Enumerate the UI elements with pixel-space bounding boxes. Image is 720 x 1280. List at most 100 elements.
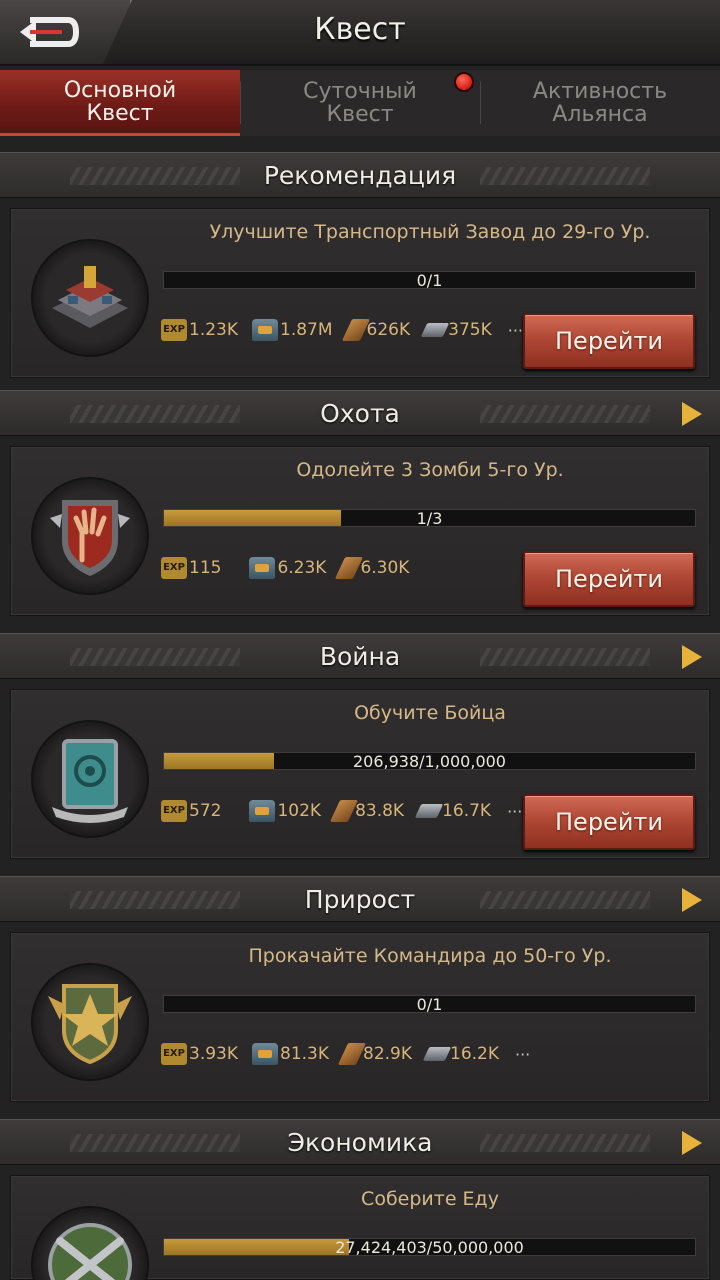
rewards: EXP 3.93K 81.3K 82.9K 16.2K ··· xyxy=(161,1043,530,1065)
reward-value: 82.9K xyxy=(363,1044,412,1064)
quest-title: Прокачайте Командира до 50-го Ур. xyxy=(248,945,612,967)
section-title: Прирост xyxy=(304,885,416,914)
reward-exp: EXP 115 xyxy=(161,557,221,579)
go-button[interactable]: Перейти xyxy=(523,313,695,369)
progress-text: 0/1 xyxy=(416,271,443,290)
reward-steel: 375K xyxy=(420,320,492,340)
progress-text: 0/1 xyxy=(416,995,443,1014)
rewards: EXP 115 6.23K 6.30K xyxy=(161,557,423,579)
wood-icon xyxy=(335,557,364,579)
quest-card-hunt: Одолейте 3 Зомби 5-го Ур. 1/3 EXP 115 6.2… xyxy=(10,446,710,616)
reward-steel: 16.2K xyxy=(422,1044,499,1064)
exp-icon: EXP xyxy=(161,1043,187,1065)
expand-arrow-icon[interactable] xyxy=(682,1131,702,1155)
reward-value: 16.2K xyxy=(450,1044,499,1064)
reward-value: 83.8K xyxy=(355,801,405,821)
food-can-icon xyxy=(252,1043,278,1065)
reward-value: 81.3K xyxy=(280,1044,329,1064)
target-shield-icon xyxy=(52,739,128,823)
progress-bar: 27,424,403/50,000,000 xyxy=(163,1238,696,1257)
reward-exp: EXP 572 xyxy=(161,800,221,822)
more-rewards[interactable]: ··· xyxy=(507,802,522,821)
progress-bar: 1/3 xyxy=(163,509,696,528)
wood-icon xyxy=(341,319,370,341)
reward-exp: EXP 3.93K xyxy=(161,1043,238,1065)
reward-value: 16.7K xyxy=(442,801,492,821)
zombie-hand-shield-icon xyxy=(50,500,130,576)
more-rewards[interactable]: ··· xyxy=(515,1045,530,1064)
section-title: Охота xyxy=(320,399,400,428)
top-bar: Квест xyxy=(0,0,720,66)
page-title: Квест xyxy=(314,12,406,47)
tab-main-quest[interactable]: Основной Квест xyxy=(0,70,240,136)
reward-food: 1.87M xyxy=(252,319,333,341)
quest-card-growth: Прокачайте Командира до 50-го Ур. 0/1 EX… xyxy=(10,932,710,1102)
reward-exp: EXP 1.23K xyxy=(161,319,238,341)
reward-value: 375K xyxy=(448,320,492,340)
quest-title: Соберите Еду xyxy=(361,1188,499,1210)
tab-daily-quest[interactable]: Суточный Квест xyxy=(240,70,480,136)
reward-wood: 626K xyxy=(341,319,411,341)
section-header-recommendation: Рекомендация xyxy=(0,152,720,198)
exp-icon: EXP xyxy=(161,800,187,822)
reward-value: 626K xyxy=(366,320,411,340)
exp-icon: EXP xyxy=(161,319,187,341)
tab-alliance-activity[interactable]: Активность Альянса xyxy=(480,70,720,136)
expand-arrow-icon[interactable] xyxy=(682,645,702,669)
progress-text: 1/3 xyxy=(416,509,443,528)
reward-value: 3.93K xyxy=(189,1044,238,1064)
go-button[interactable]: Перейти xyxy=(523,551,695,607)
go-button[interactable]: Перейти xyxy=(523,794,695,850)
section-title: Война xyxy=(319,642,401,671)
quest-card-economy: Соберите Еду 27,424,403/50,000,000 xyxy=(10,1175,710,1280)
reward-value: 1.87M xyxy=(280,320,333,340)
progress-bar: 0/1 xyxy=(163,271,696,290)
reward-steel: 16.7K xyxy=(414,801,492,821)
tab-label: Основной Квест xyxy=(63,77,177,126)
reward-food: 102K xyxy=(249,800,321,822)
progress-text: 206,938/1,000,000 xyxy=(353,752,506,771)
steel-icon xyxy=(422,1047,452,1061)
notification-badge xyxy=(454,72,474,92)
exp-icon: EXP xyxy=(161,557,187,579)
reward-value: 6.23K xyxy=(277,558,327,578)
section-header-hunt[interactable]: Охота xyxy=(0,390,720,436)
tab-label: Суточный Квест xyxy=(303,79,417,127)
progress-bar: 0/1 xyxy=(163,995,696,1014)
quest-icon-frame xyxy=(31,239,149,357)
quest-card-war: Обучите Бойца 206,938/1,000,000 EXP 572 1… xyxy=(10,689,710,859)
tab-label: Активность Альянса xyxy=(532,79,668,127)
reward-value: 572 xyxy=(189,801,222,821)
expand-arrow-icon[interactable] xyxy=(682,402,702,426)
more-rewards[interactable]: ··· xyxy=(508,321,523,340)
factory-icon xyxy=(52,266,128,328)
reward-food: 6.23K xyxy=(249,557,326,579)
quest-title: Обучите Бойца xyxy=(354,702,506,724)
food-can-icon xyxy=(249,800,276,822)
section-header-war[interactable]: Война xyxy=(0,633,720,679)
reward-wood: 6.30K xyxy=(335,557,409,579)
reward-value: 102K xyxy=(277,801,322,821)
reward-value: 115 xyxy=(189,558,222,578)
section-title: Рекомендация xyxy=(263,161,457,190)
reward-value: 1.23K xyxy=(189,320,238,340)
section-header-economy[interactable]: Экономика xyxy=(0,1119,720,1165)
quest-icon-frame xyxy=(31,477,149,595)
expand-arrow-icon[interactable] xyxy=(682,888,702,912)
reward-food: 81.3K xyxy=(252,1043,329,1065)
reward-wood: 82.9K xyxy=(337,1043,412,1065)
section-title: Экономика xyxy=(287,1128,433,1157)
quest-icon-frame xyxy=(31,720,149,838)
progress-text: 27,424,403/50,000,000 xyxy=(335,1238,524,1257)
rewards: EXP 1.23K 1.87M 626K 375K ··· xyxy=(161,319,523,341)
steel-icon xyxy=(420,323,450,337)
food-can-icon xyxy=(252,319,278,341)
wood-icon xyxy=(337,1043,367,1065)
quest-tabs: Основной Квест Суточный Квест Активность… xyxy=(0,70,720,136)
quest-title: Улучшите Транспортный Завод до 29-го Ур. xyxy=(209,221,651,243)
food-can-icon xyxy=(249,557,276,579)
quest-title: Одолейте 3 Зомби 5-го Ур. xyxy=(296,459,564,481)
quest-card-recommendation: Улучшите Транспортный Завод до 29-го Ур.… xyxy=(10,208,710,378)
section-header-growth[interactable]: Прирост xyxy=(0,876,720,922)
rewards: EXP 572 102K 83.8K 16.7K ··· xyxy=(161,800,522,822)
